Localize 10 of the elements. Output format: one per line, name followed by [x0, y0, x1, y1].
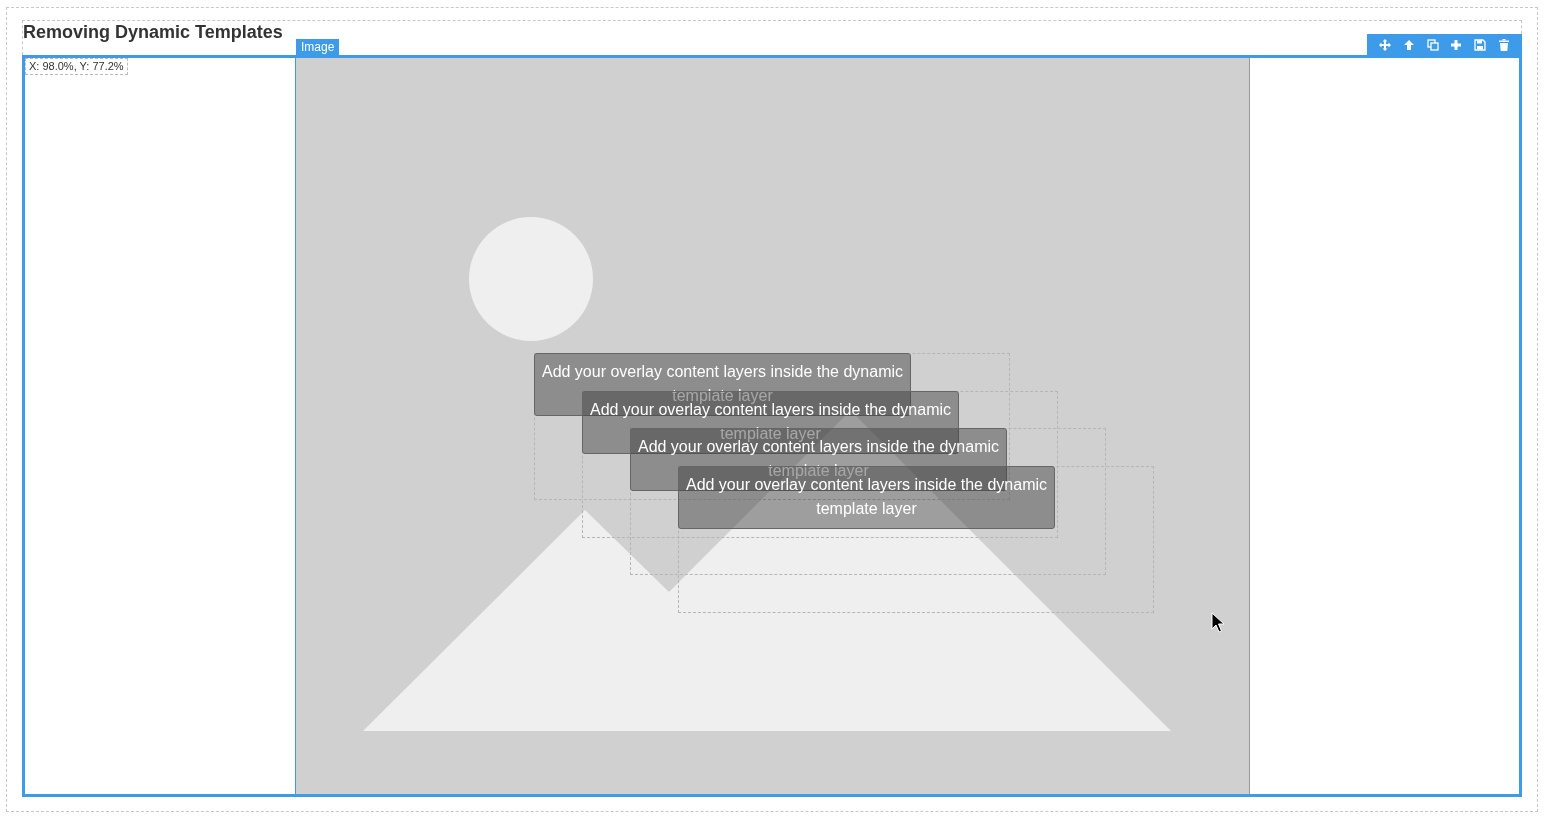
save-icon[interactable]	[1474, 38, 1487, 51]
arrow-up-icon[interactable]	[1402, 38, 1415, 51]
copy-icon[interactable]	[1426, 38, 1439, 51]
trash-icon[interactable]	[1498, 38, 1511, 51]
plus-icon[interactable]	[1450, 38, 1463, 51]
move-icon[interactable]	[1378, 38, 1391, 51]
coordinates-label: X: 98.0%, Y: 77.2%	[25, 58, 128, 75]
page-title: Removing Dynamic Templates	[23, 23, 283, 41]
mouse-pointer-icon	[1211, 612, 1225, 633]
image-tab[interactable]: Image	[296, 39, 340, 55]
